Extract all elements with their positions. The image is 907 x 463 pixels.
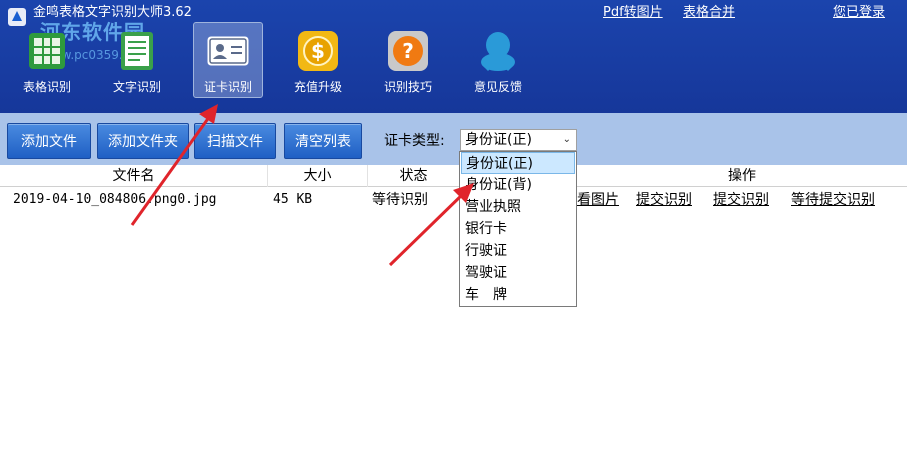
help-icon: ? bbox=[388, 31, 428, 71]
card-recognize-icon bbox=[207, 36, 249, 66]
tool-text-recognize[interactable]: 文字识别 bbox=[102, 22, 172, 98]
feedback-icon bbox=[481, 32, 515, 71]
waiting-submit-link[interactable]: 等待提交识别 bbox=[791, 189, 875, 211]
login-status-link[interactable]: 您已登录 bbox=[833, 5, 885, 21]
dropdown-option-business-license[interactable]: 营业执照 bbox=[461, 196, 575, 218]
tool-feedback[interactable]: 意见反馈 bbox=[463, 22, 533, 98]
tool-label: 证卡识别 bbox=[203, 80, 252, 94]
table-merge-link[interactable]: 表格合并 bbox=[683, 5, 735, 21]
text-recognize-icon bbox=[121, 32, 153, 70]
view-image-link[interactable]: 看图片 bbox=[577, 189, 619, 211]
dropdown-option-driver-license[interactable]: 驾驶证 bbox=[461, 262, 575, 284]
dropdown-option-id-back[interactable]: 身份证(背) bbox=[461, 174, 575, 196]
table-row[interactable]: 2019-04-10_084806.png0.jpg 45 KB 等待识别 看图… bbox=[0, 189, 907, 211]
tool-label: 表格识别 bbox=[22, 80, 71, 94]
dropdown-option-vehicle-license[interactable]: 行驶证 bbox=[461, 240, 575, 262]
row-filename: 2019-04-10_084806.png0.jpg bbox=[13, 192, 217, 207]
tool-label: 充值升级 bbox=[293, 80, 342, 94]
row-status: 等待识别 bbox=[372, 192, 428, 208]
tool-tips[interactable]: ? 识别技巧 bbox=[373, 22, 443, 98]
tool-label: 文字识别 bbox=[112, 80, 161, 94]
clear-list-button[interactable]: 清空列表 bbox=[284, 123, 362, 159]
tool-label: 意见反馈 bbox=[473, 80, 522, 94]
submit-recognize-link[interactable]: 提交识别 bbox=[636, 189, 692, 211]
app-header: 金鸣表格文字识别大师3.62 河东软件园 www.pc0359.cn Pdf转图… bbox=[0, 0, 907, 113]
column-header-actions[interactable]: 操作 bbox=[577, 165, 907, 187]
dropdown-option-bank-card[interactable]: 银行卡 bbox=[461, 218, 575, 240]
dropdown-option-id-front[interactable]: 身份证(正) bbox=[461, 152, 575, 174]
tool-recharge[interactable]: $ 充值升级 bbox=[283, 22, 353, 98]
scan-file-button[interactable]: 扫描文件 bbox=[194, 123, 276, 159]
add-folder-button[interactable]: 添加文件夹 bbox=[97, 123, 189, 159]
submit-recognize-link-2[interactable]: 提交识别 bbox=[713, 189, 769, 211]
svg-text:$: $ bbox=[311, 39, 325, 63]
tool-table-recognize[interactable]: 表格识别 bbox=[12, 22, 82, 98]
card-type-value: 身份证(正) bbox=[465, 132, 532, 148]
column-header-filename[interactable]: 文件名 bbox=[0, 165, 268, 187]
add-file-button[interactable]: 添加文件 bbox=[7, 123, 91, 159]
column-header-size[interactable]: 大小 bbox=[268, 165, 368, 187]
chevron-down-icon: ⌄ bbox=[562, 134, 571, 145]
coin-icon: $ bbox=[298, 31, 338, 71]
row-size: 45 KB bbox=[273, 192, 313, 207]
table-recognize-icon bbox=[29, 33, 65, 69]
tool-label: 识别技巧 bbox=[383, 80, 432, 94]
card-type-dropdown-list: 身份证(正) 身份证(背) 营业执照 银行卡 行驶证 驾驶证 车 牌 bbox=[459, 151, 577, 307]
file-table-header: 文件名 大小 状态 操作 bbox=[0, 165, 907, 187]
pdf-to-image-link[interactable]: Pdf转图片 bbox=[603, 5, 663, 21]
card-type-label: 证卡类型: bbox=[384, 133, 445, 149]
tool-card-recognize[interactable]: 证卡识别 bbox=[193, 22, 263, 98]
svg-text:?: ? bbox=[402, 39, 414, 63]
column-header-status[interactable]: 状态 bbox=[368, 165, 460, 187]
dropdown-option-license-plate[interactable]: 车 牌 bbox=[461, 284, 575, 306]
card-type-select[interactable]: 身份证(正) ⌄ bbox=[460, 129, 577, 151]
